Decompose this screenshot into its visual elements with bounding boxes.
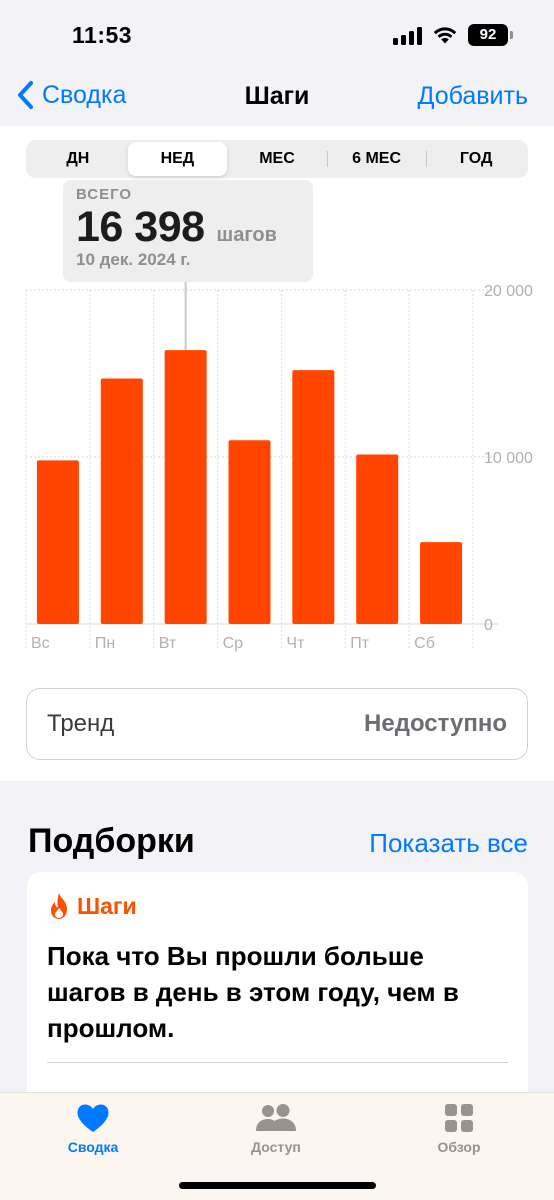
trend-row[interactable]: Тренд Недоступно — [26, 688, 528, 760]
highlight-tag: Шаги — [47, 892, 137, 920]
x-tick-label: Сб — [414, 635, 435, 652]
bar-Ср — [228, 440, 271, 624]
bar-Сб — [420, 542, 463, 624]
steps-bar-chart[interactable]: 0 10 000 20 000 Вс Пн Вт Ср Чт Пт Сб — [0, 282, 554, 662]
grid-icon — [445, 1104, 473, 1132]
segment-year[interactable]: ГОД — [426, 142, 526, 176]
battery-indicator: 92 — [468, 24, 513, 46]
steps-chart[interactable]: 0 10 000 20 000 Вс Пн Вт Ср Чт Пт Сб — [0, 282, 554, 662]
x-tick-label: Пт — [350, 635, 370, 652]
home-indicator — [179, 1182, 376, 1189]
highlights-title: Подборки — [28, 822, 195, 860]
highlight-text: Пока что Вы прошли больше шагов в день в… — [47, 941, 459, 1043]
tooltip-unit: шагов — [216, 224, 277, 246]
y-tick-label: 0 — [484, 617, 493, 634]
tab-summary[interactable]: Сводка — [48, 1093, 138, 1200]
cellular-signal-icon — [393, 26, 422, 45]
x-tick-label: Вс — [31, 635, 50, 652]
people-icon — [256, 1104, 296, 1131]
highlights-header: Подборки Показать все — [28, 822, 528, 861]
highlight-tag-label: Шаги — [77, 892, 137, 919]
trend-value: Недоступно — [364, 710, 507, 737]
x-tick-label: Ср — [223, 635, 244, 652]
navigation-bar: Сводка Шаги Добавить — [0, 72, 554, 126]
x-tick-label: Пн — [95, 635, 115, 652]
status-bar: 11:53 92 — [0, 0, 554, 72]
bar-Чт — [292, 370, 335, 624]
heart-icon — [77, 1104, 109, 1132]
x-tick-label: Вт — [159, 635, 177, 652]
status-time: 11:53 — [72, 22, 133, 48]
y-tick-label: 10 000 — [484, 450, 533, 467]
tab-browse-label: Обзор — [437, 1139, 481, 1155]
tooltip-value-row: 16 398 шагов — [76, 203, 300, 252]
tooltip-date: 10 дек. 2024 г. — [76, 250, 191, 269]
tooltip-value: 16 398 — [76, 203, 205, 251]
flame-icon — [51, 893, 67, 919]
tab-browse[interactable]: Обзор — [414, 1093, 504, 1200]
divider — [47, 1062, 508, 1063]
x-tick-label: Чт — [286, 635, 305, 652]
tab-summary-label: Сводка — [67, 1139, 119, 1155]
period-segmented-control: ДН НЕД МЕС 6 МЕС ГОД — [26, 140, 528, 178]
tooltip-label: ВСЕГО — [76, 186, 133, 203]
chart-section: ДН НЕД МЕС 6 МЕС ГОД ВСЕГО 16 398 шагов … — [0, 126, 554, 781]
bar-Вт — [164, 350, 207, 624]
add-button[interactable]: Добавить — [418, 82, 529, 111]
tab-sharing-label: Доступ — [251, 1139, 301, 1155]
segment-week[interactable]: НЕД — [127, 142, 228, 176]
selection-tooltip: ВСЕГО 16 398 шагов 10 дек. 2024 г. — [63, 180, 313, 282]
trend-label: Тренд — [47, 710, 115, 737]
show-all-link[interactable]: Показать все — [369, 828, 528, 859]
segment-month[interactable]: МЕС — [227, 142, 327, 176]
segment-6-months[interactable]: 6 МЕС — [326, 142, 427, 176]
bar-Пт — [356, 454, 399, 624]
bar-Вс — [36, 460, 79, 624]
segment-day[interactable]: ДН — [28, 142, 128, 176]
wifi-icon — [433, 26, 457, 43]
y-tick-label: 20 000 — [484, 283, 533, 300]
status-icons: 92 — [393, 24, 513, 46]
bar-Пн — [100, 378, 143, 624]
